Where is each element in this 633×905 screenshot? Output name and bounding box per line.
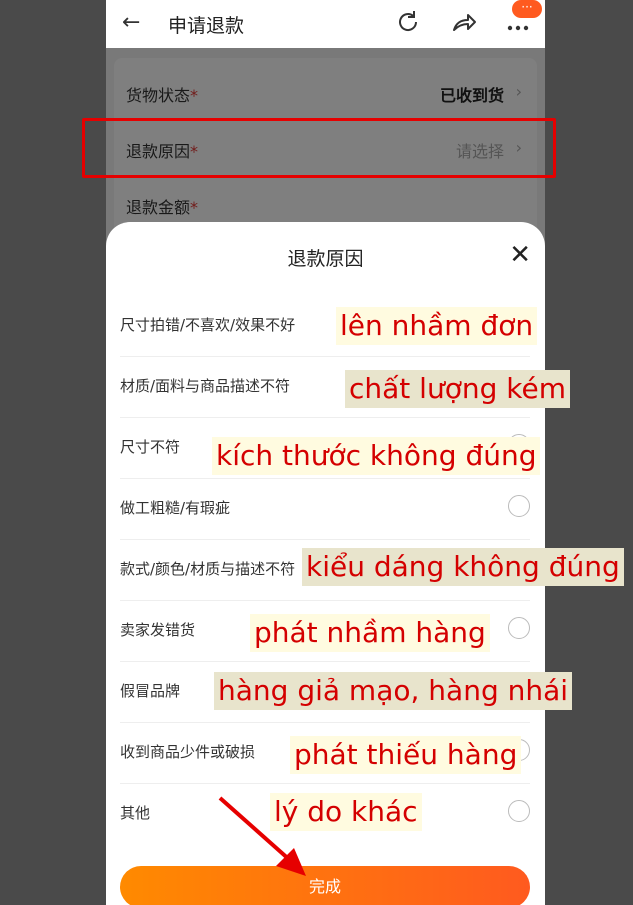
reason-option[interactable]: 做工粗糙/有瑕疵 bbox=[120, 479, 530, 540]
radio-button[interactable] bbox=[508, 495, 530, 517]
reason-option-label: 材质/面料与商品描述不符 bbox=[120, 377, 291, 395]
reason-option-label: 假冒品牌 bbox=[120, 682, 181, 700]
annotation-label: lên nhầm đơn bbox=[336, 307, 538, 345]
annotation-label: kích thước không đúng bbox=[212, 437, 541, 475]
annotation-label: kiểu dáng không đúng bbox=[302, 548, 624, 586]
annotation-label: phát thiếu hàng bbox=[290, 736, 522, 774]
annotation-label: hàng giả mạo, hàng nhái bbox=[214, 672, 573, 710]
page-title: 申请退款 bbox=[168, 15, 245, 37]
highlight-box bbox=[82, 118, 556, 178]
reason-option-label: 卖家发错货 bbox=[120, 621, 196, 639]
reason-option-label: 款式/颜色/材质与描述不符 bbox=[120, 560, 296, 578]
share-icon[interactable] bbox=[450, 8, 478, 36]
annotation-label: chất lượng kém bbox=[345, 370, 570, 408]
radio-button[interactable] bbox=[508, 800, 530, 822]
annotation-label: phát nhầm hàng bbox=[250, 614, 490, 652]
top-bar: ← 申请退款 ··· bbox=[106, 0, 545, 48]
reason-option-label: 收到商品少件或破损 bbox=[120, 743, 256, 761]
reason-option-label: 尺寸不符 bbox=[120, 438, 181, 456]
close-icon[interactable]: ✕ bbox=[509, 242, 531, 268]
radio-button[interactable] bbox=[508, 617, 530, 639]
done-button[interactable]: 完成 bbox=[120, 866, 530, 905]
reason-option-label: 做工粗糙/有瑕疵 bbox=[120, 499, 231, 517]
pointer-arrow-icon bbox=[218, 796, 306, 876]
sheet-title: 退款原因 bbox=[287, 248, 364, 270]
back-arrow-icon[interactable]: ← bbox=[122, 10, 140, 35]
notification-badge: ··· bbox=[512, 0, 542, 18]
reason-option-label: 尺寸拍错/不喜欢/效果不好 bbox=[120, 316, 296, 334]
refresh-icon[interactable] bbox=[394, 8, 422, 36]
reason-option-label: 其他 bbox=[120, 804, 151, 822]
